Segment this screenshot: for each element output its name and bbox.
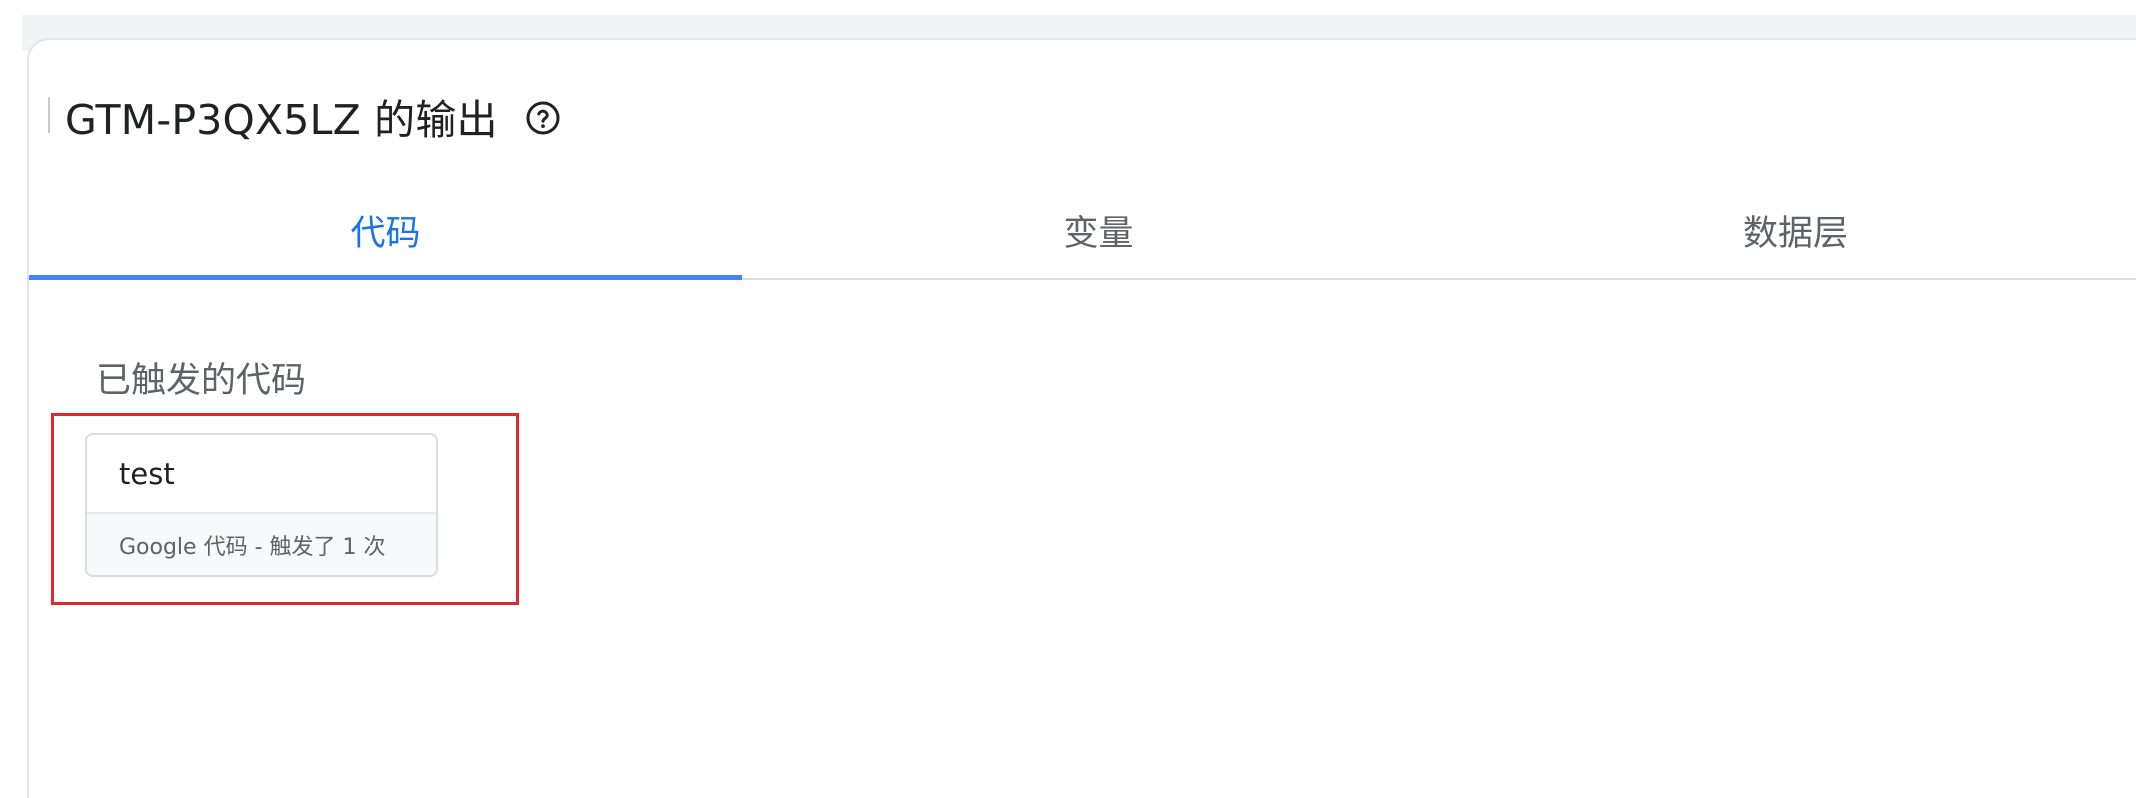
tab-data-layer[interactable]: 数据层 — [1455, 180, 2136, 280]
tab-variables[interactable]: 变量 — [742, 180, 1455, 280]
tag-card-test[interactable]: test Google 代码 - 触发了 1 次 — [85, 433, 438, 577]
tab-bar: 代码 变量 数据层 — [29, 180, 2136, 280]
tab-tags[interactable]: 代码 — [29, 180, 742, 280]
tag-name: test — [87, 435, 436, 514]
page-title: GTM-P3QX5LZ 的输出 — [65, 96, 498, 144]
page-header: GTM-P3QX5LZ 的输出 — [65, 88, 562, 144]
active-tab-indicator — [29, 275, 742, 280]
help-circle-icon[interactable] — [524, 99, 562, 137]
fired-tags-heading: 已触发的代码 — [96, 361, 307, 401]
tag-meta: Google 代码 - 触发了 1 次 — [87, 514, 436, 575]
title-divider — [48, 97, 50, 133]
